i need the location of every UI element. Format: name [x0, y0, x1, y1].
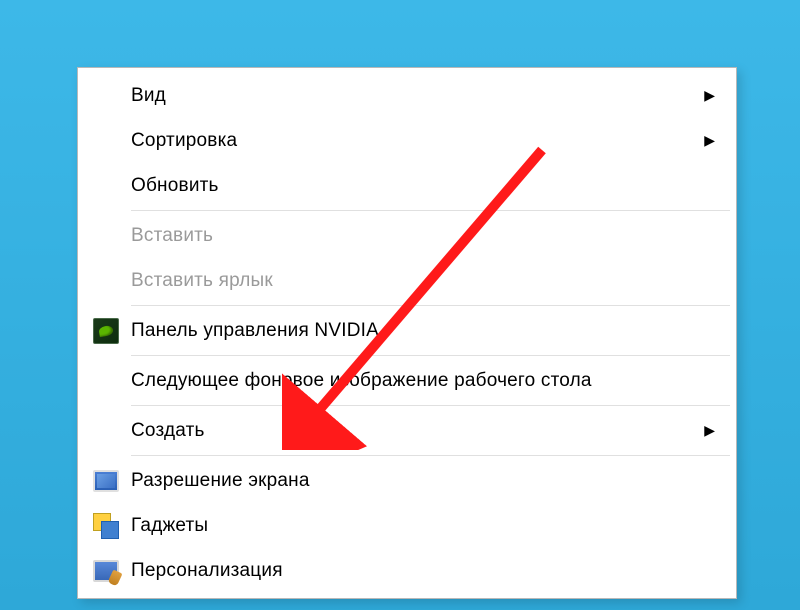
icon-slot-empty	[81, 358, 131, 403]
menu-label-resolution: Разрешение экрана	[131, 470, 733, 492]
gadgets-icon	[93, 513, 119, 539]
submenu-arrow-icon: ▶	[704, 87, 733, 104]
menu-label-gadgets: Гаджеты	[131, 515, 733, 537]
menu-label-next-wallpaper: Следующее фоновое изображение рабочего с…	[131, 370, 733, 392]
personalize-icon	[93, 560, 119, 582]
menu-label-paste: Вставить	[131, 225, 733, 247]
submenu-arrow-icon: ▶	[704, 422, 733, 439]
menu-item-nvidia[interactable]: Панель управления NVIDIA	[81, 308, 733, 353]
menu-label-new: Создать	[131, 420, 704, 442]
menu-label-refresh: Обновить	[131, 175, 733, 197]
menu-separator	[131, 305, 730, 306]
menu-item-next-wallpaper[interactable]: Следующее фоновое изображение рабочего с…	[81, 358, 733, 403]
menu-label-sort: Сортировка	[131, 130, 704, 152]
menu-label-nvidia: Панель управления NVIDIA	[131, 320, 733, 342]
menu-separator	[131, 455, 730, 456]
menu-label-view: Вид	[131, 85, 704, 107]
menu-item-personalize[interactable]: Персонализация	[81, 548, 733, 593]
menu-separator	[131, 405, 730, 406]
icon-slot	[81, 458, 131, 503]
menu-item-paste-shortcut: Вставить ярлык	[81, 258, 733, 303]
submenu-arrow-icon: ▶	[704, 132, 733, 149]
icon-slot-empty	[81, 213, 131, 258]
menu-item-paste: Вставить	[81, 213, 733, 258]
icon-slot	[81, 548, 131, 593]
menu-item-new[interactable]: Создать ▶	[81, 408, 733, 453]
menu-label-paste-shortcut: Вставить ярлык	[131, 270, 733, 292]
menu-label-personalize: Персонализация	[131, 560, 733, 582]
icon-slot-empty	[81, 73, 131, 118]
icon-slot-empty	[81, 258, 131, 303]
menu-item-sort[interactable]: Сортировка ▶	[81, 118, 733, 163]
icon-slot-empty	[81, 408, 131, 453]
desktop-context-menu: Вид ▶ Сортировка ▶ Обновить Вставить Вст…	[77, 67, 737, 599]
screen-resolution-icon	[93, 470, 119, 492]
menu-item-resolution[interactable]: Разрешение экрана	[81, 458, 733, 503]
menu-item-gadgets[interactable]: Гаджеты	[81, 503, 733, 548]
icon-slot-empty	[81, 163, 131, 208]
nvidia-icon	[93, 318, 119, 344]
menu-separator	[131, 355, 730, 356]
icon-slot	[81, 503, 131, 548]
icon-slot-empty	[81, 118, 131, 163]
menu-item-refresh[interactable]: Обновить	[81, 163, 733, 208]
menu-separator	[131, 210, 730, 211]
icon-slot	[81, 308, 131, 353]
menu-item-view[interactable]: Вид ▶	[81, 73, 733, 118]
